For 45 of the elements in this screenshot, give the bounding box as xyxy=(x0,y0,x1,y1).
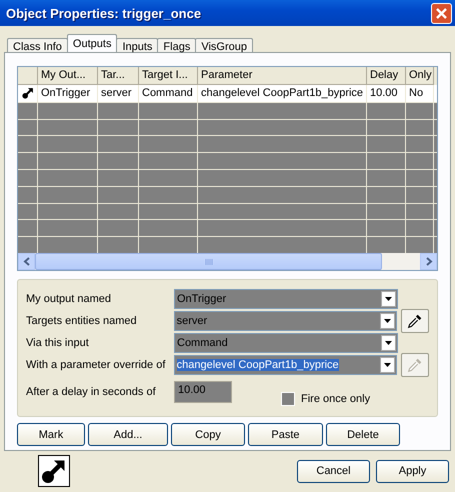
eyedropper-icon xyxy=(406,356,424,374)
table-cell: No xyxy=(406,84,434,102)
field-label: With a parameter override of xyxy=(26,359,166,371)
dropdown-arrow-icon[interactable] xyxy=(384,319,392,323)
table-cell: 10.00 xyxy=(367,84,406,102)
action-button[interactable]: Add... xyxy=(88,423,168,446)
dropdown-arrow-icon[interactable] xyxy=(384,363,392,367)
tab[interactable]: Class Info xyxy=(7,38,68,52)
dialog-button[interactable]: Apply xyxy=(376,460,449,482)
tab[interactable]: Outputs xyxy=(66,34,118,52)
horizontal-scrollbar[interactable] xyxy=(18,253,437,270)
dropdown-arrow-icon[interactable] xyxy=(385,341,392,345)
eyedropper-icon xyxy=(406,312,424,330)
action-button[interactable]: Mark xyxy=(17,423,85,446)
tab[interactable]: Flags xyxy=(157,38,196,52)
field-label: Via this input xyxy=(26,337,90,349)
table-cell: changelevel CoopPart1b_byprice xyxy=(198,84,367,102)
table-cell: Command xyxy=(139,84,198,102)
checkbox[interactable] xyxy=(281,392,295,406)
dropdown-arrow-icon[interactable] xyxy=(385,297,392,301)
eyedropper-button[interactable] xyxy=(401,309,429,333)
dropdown-field[interactable]: server xyxy=(174,311,398,331)
tab[interactable]: VisGroup xyxy=(195,38,253,52)
field-label: My output named xyxy=(26,293,112,305)
field-label: After a delay in seconds of xyxy=(26,386,157,398)
dropdown-field[interactable]: changelevel CoopPart1b_byprice xyxy=(174,355,398,375)
close-button[interactable] xyxy=(431,2,452,24)
scroll-left-icon[interactable] xyxy=(18,253,35,270)
scroll-thumb[interactable] xyxy=(35,253,382,270)
tab[interactable]: Inputs xyxy=(116,38,158,52)
action-button[interactable]: Paste xyxy=(248,423,323,446)
close-icon xyxy=(435,6,448,20)
delay-input-field[interactable]: 10.00 xyxy=(174,381,232,403)
action-button[interactable]: Delete xyxy=(326,423,400,446)
dropdown-field[interactable]: OnTrigger xyxy=(174,289,398,309)
action-button[interactable]: Copy xyxy=(171,423,245,446)
scroll-right-icon[interactable] xyxy=(420,253,437,270)
list-row[interactable]: OnTrigger server Command changelevel CoopPart1b_byprice 10.00 No xyxy=(18,84,437,102)
window-title: Object Properties: trigger_once xyxy=(6,6,202,20)
checkbox-label: Fire once only xyxy=(301,393,370,405)
table-cell: server xyxy=(98,84,139,102)
dropdown-field[interactable]: Command xyxy=(174,333,398,353)
field-label: Targets entities named xyxy=(26,315,138,327)
table-cell: OnTrigger xyxy=(38,84,98,102)
dialog-button[interactable]: Cancel xyxy=(297,460,370,482)
